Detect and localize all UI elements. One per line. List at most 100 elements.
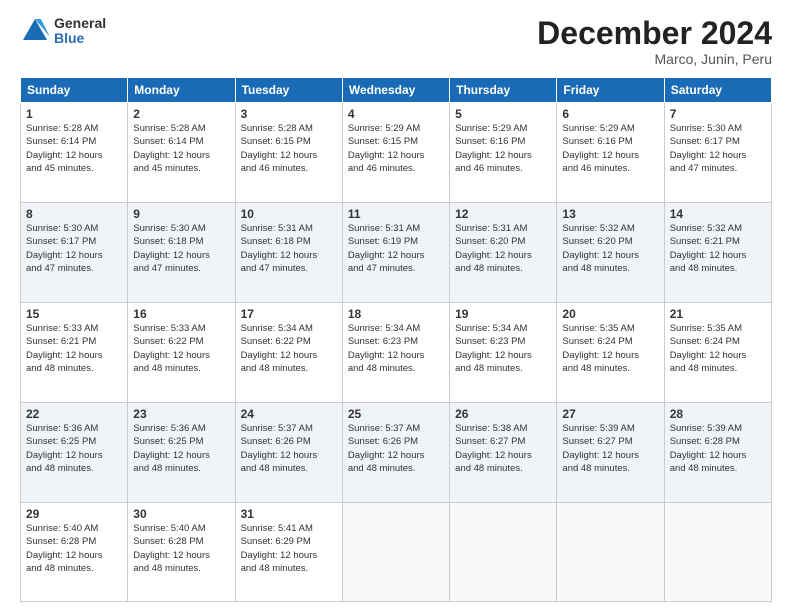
table-row: 1 Sunrise: 5:28 AMSunset: 6:14 PMDaylight… xyxy=(21,103,128,203)
table-row: 18 Sunrise: 5:34 AMSunset: 6:23 PMDayligh… xyxy=(342,303,449,403)
day-info: Sunrise: 5:34 AMSunset: 6:23 PMDaylight:… xyxy=(348,323,425,374)
table-row xyxy=(664,503,771,602)
day-number: 13 xyxy=(562,207,658,221)
day-info: Sunrise: 5:31 AMSunset: 6:19 PMDaylight:… xyxy=(348,223,425,274)
day-number: 21 xyxy=(670,307,766,321)
table-row: 19Sunrise: 5:34 AMSunset: 6:23 PMDayligh… xyxy=(450,303,557,403)
day-number: 10 xyxy=(241,207,337,221)
day-number: 14 xyxy=(670,207,766,221)
day-number: 17 xyxy=(241,307,337,321)
table-row: 26Sunrise: 5:38 AMSunset: 6:27 PMDayligh… xyxy=(450,403,557,503)
day-number: 11 xyxy=(348,207,444,221)
table-row xyxy=(342,503,449,602)
table-row: 20 Sunrise: 5:35 AMSunset: 6:24 PMDayligh… xyxy=(557,303,664,403)
day-number: 2 xyxy=(133,107,229,121)
day-number: 24 xyxy=(241,407,337,421)
table-row: 3 Sunrise: 5:28 AMSunset: 6:15 PMDaylight… xyxy=(235,103,342,203)
logo-blue: Blue xyxy=(54,31,106,46)
day-info: Sunrise: 5:29 AMSunset: 6:16 PMDaylight:… xyxy=(455,123,532,174)
table-row: 11 Sunrise: 5:31 AMSunset: 6:19 PMDayligh… xyxy=(342,203,449,303)
day-info: Sunrise: 5:38 AMSunset: 6:27 PMDaylight:… xyxy=(455,423,532,474)
table-row: 6 Sunrise: 5:29 AMSunset: 6:16 PMDaylight… xyxy=(557,103,664,203)
day-info: Sunrise: 5:34 AMSunset: 6:22 PMDaylight:… xyxy=(241,323,318,374)
day-number: 9 xyxy=(133,207,229,221)
table-row: 22 Sunrise: 5:36 AMSunset: 6:25 PMDayligh… xyxy=(21,403,128,503)
day-number: 23 xyxy=(133,407,229,421)
day-info: Sunrise: 5:28 AMSunset: 6:14 PMDaylight:… xyxy=(26,123,103,174)
day-info: Sunrise: 5:41 AMSunset: 6:29 PMDaylight:… xyxy=(241,523,318,574)
day-number: 30 xyxy=(133,507,229,521)
table-row: 25 Sunrise: 5:37 AMSunset: 6:26 PMDayligh… xyxy=(342,403,449,503)
table-row: 14Sunrise: 5:32 AMSunset: 6:21 PMDayligh… xyxy=(664,203,771,303)
day-info: Sunrise: 5:37 AMSunset: 6:26 PMDaylight:… xyxy=(241,423,318,474)
day-info: Sunrise: 5:30 AMSunset: 6:17 PMDaylight:… xyxy=(670,123,747,174)
day-number: 4 xyxy=(348,107,444,121)
table-row xyxy=(557,503,664,602)
table-row: 30Sunrise: 5:40 AMSunset: 6:28 PMDayligh… xyxy=(128,503,235,602)
subtitle: Marco, Junin, Peru xyxy=(537,51,772,67)
day-info: Sunrise: 5:35 AMSunset: 6:24 PMDaylight:… xyxy=(562,323,639,374)
table-row: 7 Sunrise: 5:30 AMSunset: 6:17 PMDaylight… xyxy=(664,103,771,203)
table-row: 15 Sunrise: 5:33 AMSunset: 6:21 PMDayligh… xyxy=(21,303,128,403)
day-info: Sunrise: 5:29 AMSunset: 6:15 PMDaylight:… xyxy=(348,123,425,174)
day-info: Sunrise: 5:32 AMSunset: 6:20 PMDaylight:… xyxy=(562,223,639,274)
header-row: Sunday Monday Tuesday Wednesday Thursday… xyxy=(21,78,772,103)
col-monday: Monday xyxy=(128,78,235,103)
day-info: Sunrise: 5:33 AMSunset: 6:22 PMDaylight:… xyxy=(133,323,210,374)
day-info: Sunrise: 5:28 AMSunset: 6:14 PMDaylight:… xyxy=(133,123,210,174)
table-row: 24 Sunrise: 5:37 AMSunset: 6:26 PMDayligh… xyxy=(235,403,342,503)
day-number: 25 xyxy=(348,407,444,421)
table-row: 12Sunrise: 5:31 AMSunset: 6:20 PMDayligh… xyxy=(450,203,557,303)
calendar: Sunday Monday Tuesday Wednesday Thursday… xyxy=(20,77,772,602)
table-row: 9 Sunrise: 5:30 AMSunset: 6:18 PMDaylight… xyxy=(128,203,235,303)
day-info: Sunrise: 5:31 AMSunset: 6:20 PMDaylight:… xyxy=(455,223,532,274)
title-block: December 2024 Marco, Junin, Peru xyxy=(537,16,772,67)
col-wednesday: Wednesday xyxy=(342,78,449,103)
table-row: 8 Sunrise: 5:30 AMSunset: 6:17 PMDaylight… xyxy=(21,203,128,303)
day-number: 20 xyxy=(562,307,658,321)
table-row: 28 Sunrise: 5:39 AMSunset: 6:28 PMDayligh… xyxy=(664,403,771,503)
table-row: 16Sunrise: 5:33 AMSunset: 6:22 PMDayligh… xyxy=(128,303,235,403)
col-tuesday: Tuesday xyxy=(235,78,342,103)
logo-text: General Blue xyxy=(54,16,106,47)
day-number: 18 xyxy=(348,307,444,321)
day-info: Sunrise: 5:37 AMSunset: 6:26 PMDaylight:… xyxy=(348,423,425,474)
logo-general: General xyxy=(54,16,106,31)
day-info: Sunrise: 5:40 AMSunset: 6:28 PMDaylight:… xyxy=(26,523,103,574)
day-number: 6 xyxy=(562,107,658,121)
table-row: 29Sunrise: 5:40 AMSunset: 6:28 PMDayligh… xyxy=(21,503,128,602)
table-row: 17 Sunrise: 5:34 AMSunset: 6:22 PMDayligh… xyxy=(235,303,342,403)
logo-icon xyxy=(20,16,50,46)
col-sunday: Sunday xyxy=(21,78,128,103)
table-row: 4 Sunrise: 5:29 AMSunset: 6:15 PMDaylight… xyxy=(342,103,449,203)
day-info: Sunrise: 5:29 AMSunset: 6:16 PMDaylight:… xyxy=(562,123,639,174)
day-number: 1 xyxy=(26,107,122,121)
table-row: 23 Sunrise: 5:36 AMSunset: 6:25 PMDayligh… xyxy=(128,403,235,503)
day-info: Sunrise: 5:30 AMSunset: 6:18 PMDaylight:… xyxy=(133,223,210,274)
day-info: Sunrise: 5:33 AMSunset: 6:21 PMDaylight:… xyxy=(26,323,103,374)
table-row xyxy=(450,503,557,602)
day-info: Sunrise: 5:36 AMSunset: 6:25 PMDaylight:… xyxy=(26,423,103,474)
day-number: 22 xyxy=(26,407,122,421)
day-number: 28 xyxy=(670,407,766,421)
col-saturday: Saturday xyxy=(664,78,771,103)
day-number: 15 xyxy=(26,307,122,321)
page: General Blue December 2024 Marco, Junin,… xyxy=(0,0,792,612)
day-info: Sunrise: 5:39 AMSunset: 6:27 PMDaylight:… xyxy=(562,423,639,474)
table-row: 10Sunrise: 5:31 AMSunset: 6:18 PMDayligh… xyxy=(235,203,342,303)
day-number: 3 xyxy=(241,107,337,121)
day-info: Sunrise: 5:30 AMSunset: 6:17 PMDaylight:… xyxy=(26,223,103,274)
day-info: Sunrise: 5:36 AMSunset: 6:25 PMDaylight:… xyxy=(133,423,210,474)
day-number: 27 xyxy=(562,407,658,421)
col-friday: Friday xyxy=(557,78,664,103)
day-info: Sunrise: 5:34 AMSunset: 6:23 PMDaylight:… xyxy=(455,323,532,374)
table-row: 21Sunrise: 5:35 AMSunset: 6:24 PMDayligh… xyxy=(664,303,771,403)
day-number: 7 xyxy=(670,107,766,121)
table-row: 13 Sunrise: 5:32 AMSunset: 6:20 PMDayligh… xyxy=(557,203,664,303)
day-number: 31 xyxy=(241,507,337,521)
table-row: 27 Sunrise: 5:39 AMSunset: 6:27 PMDayligh… xyxy=(557,403,664,503)
day-info: Sunrise: 5:28 AMSunset: 6:15 PMDaylight:… xyxy=(241,123,318,174)
table-row: 5Sunrise: 5:29 AMSunset: 6:16 PMDaylight… xyxy=(450,103,557,203)
day-number: 8 xyxy=(26,207,122,221)
day-info: Sunrise: 5:39 AMSunset: 6:28 PMDaylight:… xyxy=(670,423,747,474)
